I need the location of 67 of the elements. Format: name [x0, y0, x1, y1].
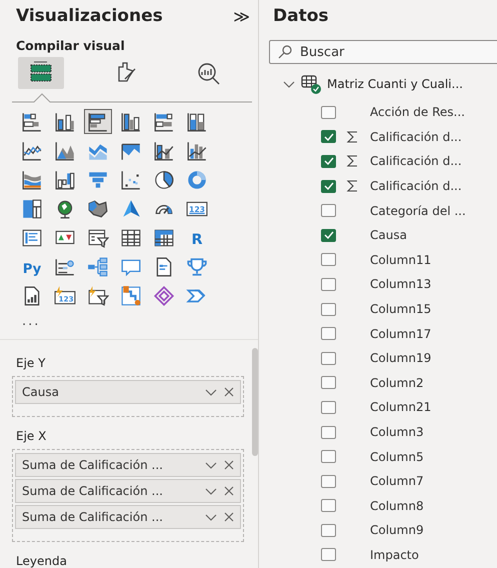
field-name[interactable]: Column15: [370, 302, 432, 316]
collapse-button[interactable]: ≫: [233, 6, 250, 26]
field-pill[interactable]: Suma de Calificación ...: [15, 479, 241, 503]
checkbox[interactable]: [321, 524, 336, 537]
checkbox[interactable]: [321, 204, 336, 218]
checkbox[interactable]: [321, 499, 336, 512]
field-pill[interactable]: Suma de Calificación ...: [15, 505, 241, 529]
checkbox[interactable]: [321, 228, 336, 242]
field-name: Suma de Calificación ...: [22, 510, 163, 524]
fields-tab[interactable]: [18, 57, 64, 89]
panel-title: Visualizaciones: [16, 6, 163, 26]
well-label: Eje Y: [15, 355, 46, 372]
checkbox[interactable]: [321, 548, 336, 562]
checkbox[interactable]: [321, 376, 336, 390]
field-name[interactable]: Column19: [370, 351, 432, 366]
field-name[interactable]: Column17: [370, 326, 432, 341]
field-pill[interactable]: Causa: [15, 380, 241, 404]
field-pill[interactable]: Suma de Calificación ...: [15, 453, 241, 477]
field-name: Suma de Calificación ...: [22, 484, 163, 498]
field-name[interactable]: Column13: [370, 277, 432, 292]
checkbox[interactable]: [321, 130, 336, 144]
close-icon: [222, 385, 236, 399]
checkbox[interactable]: [321, 106, 336, 119]
checkbox[interactable]: [321, 180, 336, 193]
field-name[interactable]: Impacto: [370, 548, 419, 562]
more-visuals-button[interactable]: ...: [0, 308, 258, 329]
checkbox[interactable]: [321, 426, 336, 439]
checkbox[interactable]: [321, 474, 336, 488]
checkbox[interactable]: [321, 154, 336, 168]
table-name[interactable]: Matriz Cuanti y Cuali...: [327, 77, 463, 91]
field-name[interactable]: Column21: [370, 400, 432, 414]
field-name[interactable]: Column2: [370, 376, 424, 390]
close-icon: [222, 510, 236, 524]
field-name: Suma de Calificación ...: [22, 458, 163, 472]
field-name[interactable]: Column9: [370, 523, 424, 538]
field-name[interactable]: Calificación d...: [370, 179, 462, 194]
checkbox[interactable]: [321, 253, 336, 266]
field-name[interactable]: Acción de Res...: [370, 105, 465, 120]
checkbox[interactable]: [321, 400, 336, 414]
close-icon: [222, 458, 236, 472]
field-name[interactable]: Column5: [370, 450, 424, 464]
field-name[interactable]: Categoría del ...: [370, 204, 466, 218]
panel-title: Datos: [272, 5, 330, 26]
checkbox[interactable]: [321, 327, 336, 340]
checkbox[interactable]: [321, 302, 336, 316]
field-name[interactable]: Column8: [370, 498, 424, 513]
field-name[interactable]: Causa: [370, 228, 407, 242]
sigma-icon: [346, 154, 358, 168]
well-label: Eje X: [15, 428, 48, 445]
field-name[interactable]: Column3: [370, 425, 424, 440]
search-field[interactable]: Buscar: [269, 40, 497, 64]
checkbox[interactable]: [321, 450, 336, 464]
checkbox[interactable]: [321, 278, 336, 291]
field-name[interactable]: Calificación d...: [370, 130, 462, 144]
sigma-icon: [346, 130, 358, 144]
section-label: Compilar visual: [15, 37, 126, 53]
field-name[interactable]: Calificación d...: [370, 154, 462, 168]
field-name[interactable]: Column7: [370, 474, 424, 488]
field-name[interactable]: Column11: [370, 252, 432, 267]
field-name: Causa: [22, 385, 59, 399]
search-icon: [278, 45, 292, 59]
clustered-bar-chart-icon[interactable]: [84, 109, 112, 134]
checkbox[interactable]: [321, 352, 336, 365]
sigma-icon: [346, 179, 358, 194]
well-label: Leyenda: [15, 553, 68, 568]
scrollbar[interactable]: [252, 348, 258, 456]
close-icon: [222, 484, 236, 498]
